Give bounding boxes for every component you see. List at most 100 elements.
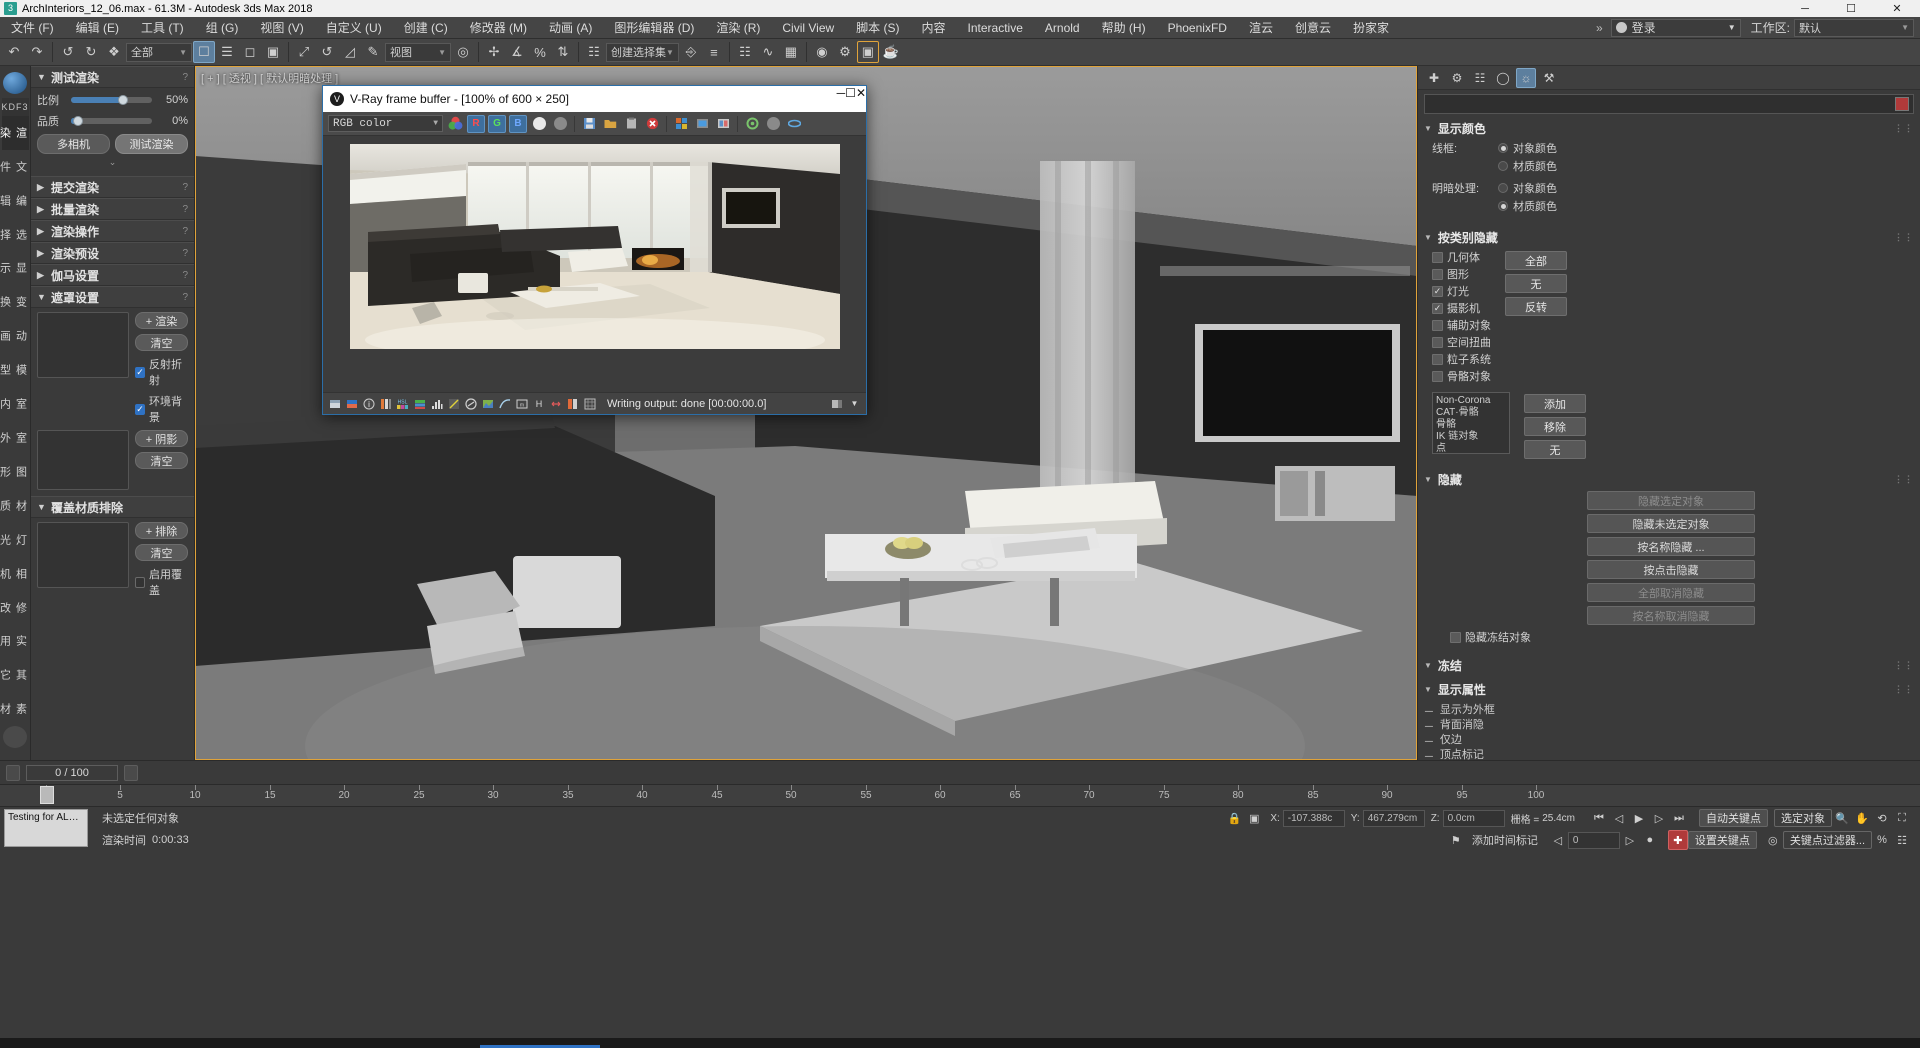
clear-image-icon[interactable]: [643, 115, 661, 133]
add-time-tag-icon[interactable]: ⚑: [1446, 830, 1466, 850]
category-helpers-row[interactable]: 辅助对象: [1432, 317, 1491, 333]
vfb-maximize-button[interactable]: ☐: [845, 86, 856, 112]
key-next-button[interactable]: [124, 764, 138, 781]
toggle-panel-icon[interactable]: [829, 396, 844, 411]
exposure-icon[interactable]: [378, 396, 393, 411]
scale-slider[interactable]: [71, 95, 152, 105]
undo-icon[interactable]: ↶: [3, 41, 25, 63]
section-header-render-ops[interactable]: ▶ 渲染操作 ?: [31, 220, 194, 242]
mask-shadow-listbox[interactable]: [37, 430, 129, 490]
rail-tab-select[interactable]: 选择: [0, 218, 29, 252]
display-tab-icon[interactable]: ☼: [1516, 67, 1536, 88]
grid-icon[interactable]: [582, 396, 597, 411]
select-rotate-icon[interactable]: ↺: [316, 41, 338, 63]
coordinate-z[interactable]: Z: 0.0cm: [1431, 809, 1505, 827]
zoom-icon[interactable]: 🔍: [1832, 808, 1852, 828]
key-frame-field[interactable]: 0: [1567, 831, 1620, 849]
category-particle-systems-row[interactable]: 粒子系统: [1432, 351, 1491, 367]
select-scale-icon[interactable]: ◿: [339, 41, 361, 63]
menu-item-edit[interactable]: 编辑 (E): [65, 17, 130, 38]
section-header-render-preset[interactable]: ▶ 渲染预设 ?: [31, 242, 194, 264]
place-icon[interactable]: ✎: [362, 41, 384, 63]
add-category-button[interactable]: 添加: [1524, 394, 1586, 413]
workspace-selector[interactable]: 工作区: 默认 ▼: [1751, 18, 1914, 37]
section-header-display-properties[interactable]: ▼ 显示属性 ⋮⋮: [1418, 679, 1920, 699]
region-render-icon[interactable]: [672, 115, 690, 133]
key-mode-toggle-icon[interactable]: ●: [1640, 830, 1660, 850]
coordinate-y[interactable]: Y: 467.279cm: [1351, 809, 1425, 827]
login-dropdown[interactable]: 登录 ▼: [1610, 18, 1741, 37]
vfb-close-button[interactable]: ✕: [856, 86, 866, 112]
vray-frame-buffer-window[interactable]: V V-Ray frame buffer - [100% of 600 × 25…: [322, 85, 867, 415]
shading-object-color-radio[interactable]: 对象颜色: [1498, 180, 1557, 196]
blue-channel-icon[interactable]: B: [509, 114, 527, 133]
auto-key-button[interactable]: 自动关键点: [1699, 809, 1768, 827]
help-icon[interactable]: ?: [182, 292, 188, 303]
category-geometry-row[interactable]: 几何体: [1432, 249, 1491, 265]
rail-tab-render[interactable]: 渲染: [0, 115, 29, 150]
levels-icon[interactable]: [429, 396, 444, 411]
hide-unselected-button[interactable]: 隐藏未选定对象: [1587, 514, 1755, 533]
green-channel-icon[interactable]: G: [488, 114, 506, 133]
add-exclude-button[interactable]: + 排除: [135, 522, 188, 539]
section-header-test-render[interactable]: ▼ 测试渲染 ?: [31, 66, 194, 88]
schematic-view-icon[interactable]: ▦: [780, 41, 802, 63]
menu-item-file[interactable]: 文件 (F): [0, 17, 65, 38]
select-move-icon[interactable]: ⤢: [293, 41, 315, 63]
key-prev-button[interactable]: [6, 764, 20, 781]
selection-filter-combo[interactable]: 全部 ▼: [126, 42, 192, 62]
menu-overflow-icon[interactable]: »: [1588, 21, 1611, 35]
category-bone-objects-checkbox[interactable]: [1432, 370, 1443, 382]
menu-item-customize[interactable]: 自定义 (U): [315, 17, 393, 38]
section-header-hide-by-category[interactable]: ▼ 按类别隐藏 ⋮⋮: [1418, 227, 1920, 247]
minimize-button[interactable]: ─: [1782, 0, 1828, 17]
menu-item-modifiers[interactable]: 修改器 (M): [459, 17, 538, 38]
rail-tab-material[interactable]: 材质: [0, 489, 29, 523]
prop-vertex-ticks[interactable]: ⚊ 顶点标记: [1424, 746, 1910, 761]
unhide-all-button[interactable]: 全部取消隐藏: [1587, 583, 1755, 602]
help-icon[interactable]: ?: [182, 270, 188, 281]
shading-material-color-radio[interactable]: 材质颜色: [1498, 198, 1557, 214]
menu-item-content[interactable]: 内容: [911, 17, 957, 38]
section-header-gamma[interactable]: ▶ 伽马设置 ?: [31, 264, 194, 286]
rail-tab-transform[interactable]: 变换: [0, 285, 29, 319]
prop-backface-cull[interactable]: ⚊ 背面消隐: [1424, 716, 1910, 731]
mirror-icon[interactable]: ⎆: [680, 41, 702, 63]
srgb-icon[interactable]: [344, 396, 359, 411]
section-header-hide[interactable]: ▼ 隐藏 ⋮⋮: [1418, 469, 1920, 489]
vfb-channel-combo[interactable]: RGB color ▼: [328, 115, 443, 132]
category-name-listbox[interactable]: Non-Corona CAT·骨骼 骨骼 IK 链对象 点: [1432, 392, 1510, 454]
spinner-snap-icon[interactable]: ⇅: [552, 41, 574, 63]
category-space-warps-checkbox[interactable]: [1432, 336, 1443, 348]
none-category-button[interactable]: 无: [1524, 440, 1586, 459]
rail-tab-exterior[interactable]: 室外: [0, 421, 29, 455]
rail-tab-animation[interactable]: 动画: [0, 319, 29, 353]
coord-y-field[interactable]: 467.279cm: [1362, 809, 1425, 827]
menu-item-help[interactable]: 帮助 (H): [1091, 17, 1157, 38]
red-channel-icon[interactable]: R: [467, 114, 485, 133]
category-helpers-checkbox[interactable]: [1432, 319, 1443, 331]
help-icon[interactable]: ?: [182, 72, 188, 83]
rail-tab-shape[interactable]: 图形: [0, 455, 29, 489]
monochrome-icon[interactable]: [551, 115, 569, 133]
category-particle-systems-checkbox[interactable]: [1432, 353, 1443, 365]
lens-effects-icon[interactable]: [785, 115, 803, 133]
hide-frozen-row[interactable]: 隐藏冻结对象: [1432, 629, 1910, 645]
unhide-by-name-button[interactable]: 按名称取消隐藏: [1587, 606, 1755, 625]
ocio-icon[interactable]: [497, 396, 512, 411]
hide-selected-button[interactable]: 隐藏选定对象: [1587, 491, 1755, 510]
hide-by-name-button[interactable]: 按名称隐藏 ...: [1587, 537, 1755, 556]
wireframe-object-color-radio[interactable]: 对象颜色: [1498, 140, 1557, 156]
object-name-field[interactable]: [1424, 94, 1914, 114]
time-slider-handle[interactable]: [40, 786, 54, 804]
wireframe-material-color-radio[interactable]: 材质颜色: [1498, 158, 1557, 174]
unlink-icon[interactable]: ↻: [80, 41, 102, 63]
menu-item-arnold[interactable]: Arnold: [1034, 19, 1091, 37]
multi-camera-button[interactable]: 多相机: [37, 134, 110, 154]
hierarchy-tab-icon[interactable]: ☷: [1470, 68, 1490, 88]
stamp-icon[interactable]: [565, 396, 580, 411]
rail-tab-assets[interactable]: 素材: [0, 692, 29, 726]
help-icon[interactable]: ?: [182, 182, 188, 193]
category-cameras-checkbox[interactable]: ✓: [1432, 302, 1443, 314]
select-link-icon[interactable]: ↺: [57, 41, 79, 63]
